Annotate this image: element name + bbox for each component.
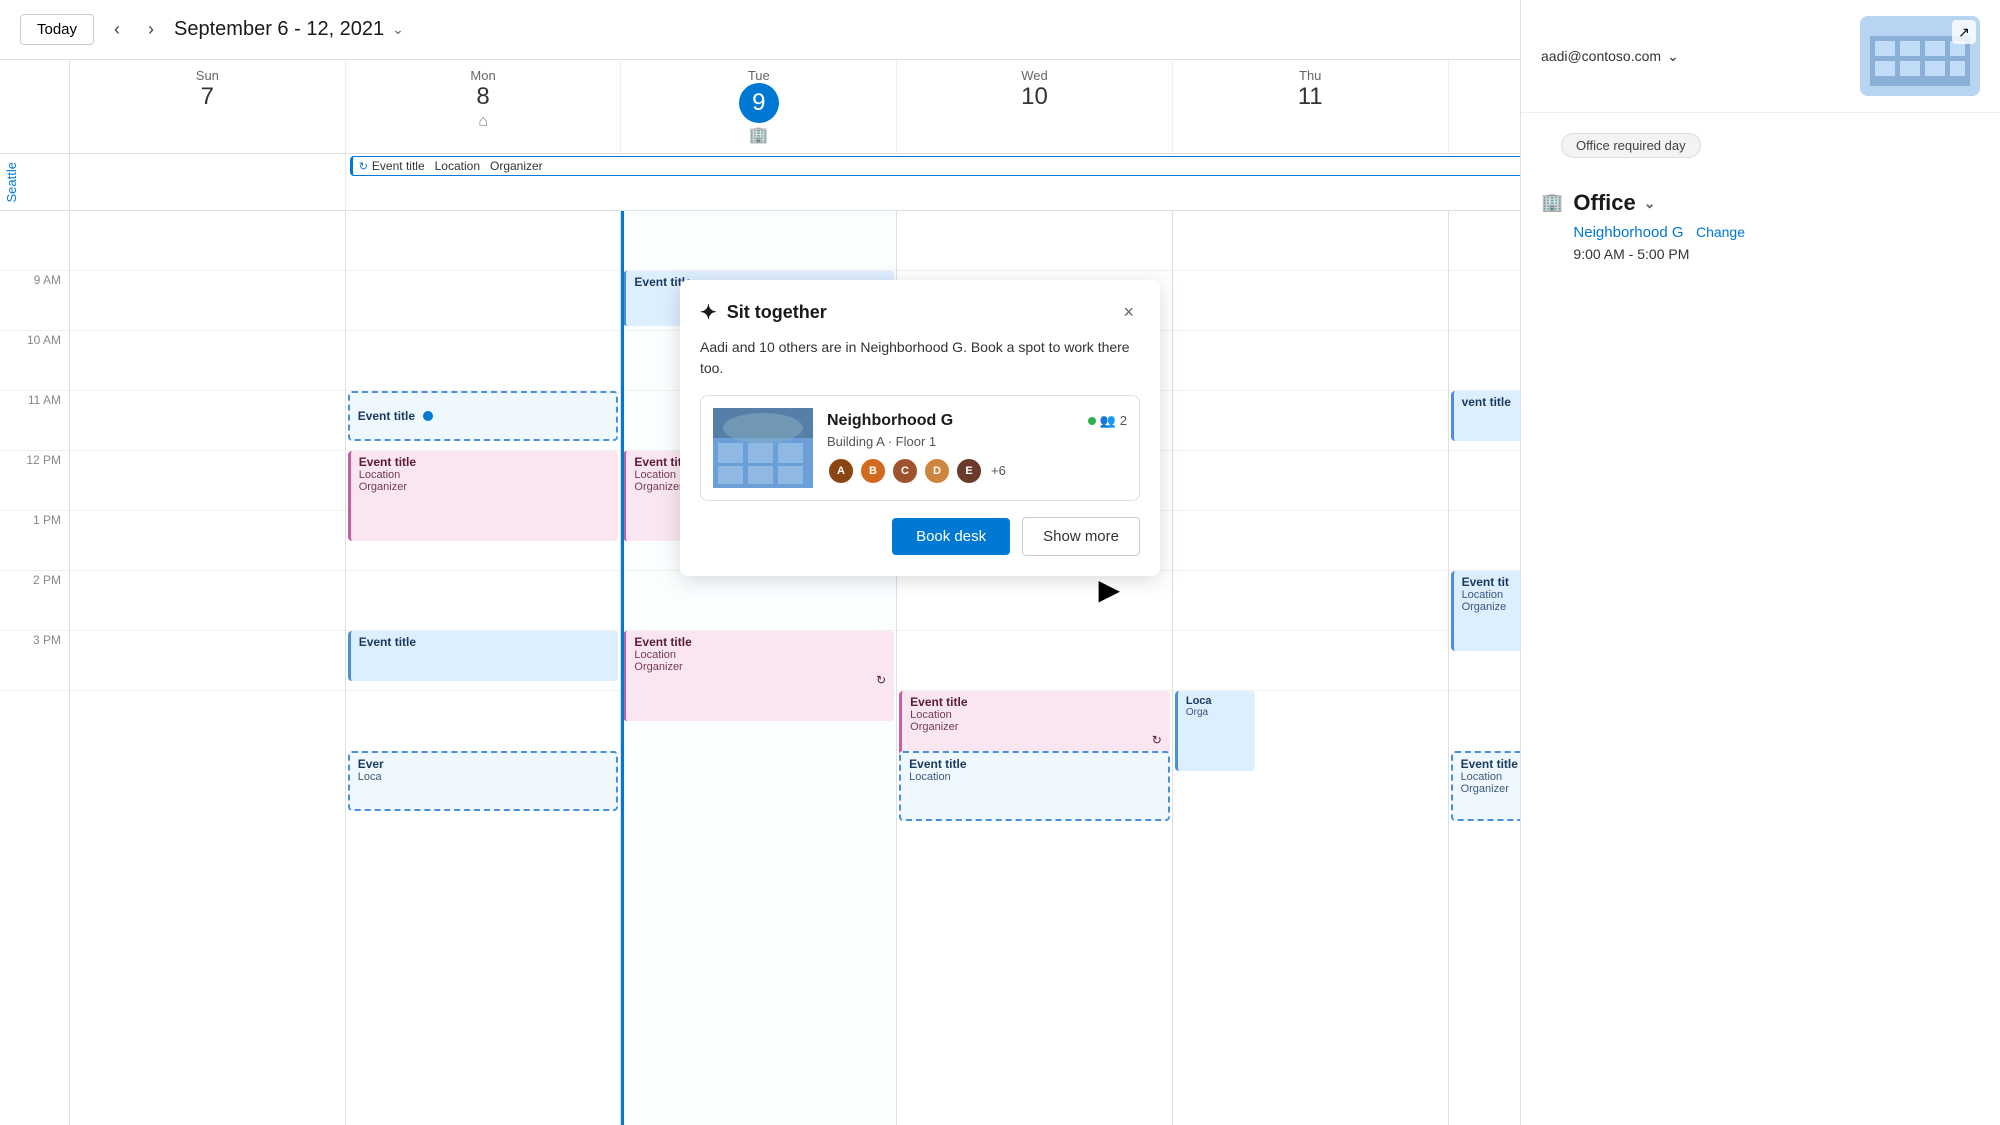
day-mon: Mon 8 ⌂ — [346, 60, 622, 153]
date-chevron-icon[interactable]: ⌄ — [392, 21, 404, 38]
col-sun — [70, 211, 346, 1125]
office-name-section: 🏢 Office ⌄ Neighborhood G Change 9:00 AM… — [1521, 178, 2000, 274]
avatar-4: D — [923, 457, 951, 485]
office-email: aadi@contoso.com ⌄ — [1541, 48, 1679, 65]
show-more-button[interactable]: Show more — [1022, 517, 1140, 556]
neighborhood-card: Neighborhood G 👥 2 Building A · Floor 1 … — [700, 395, 1140, 501]
col-mon: Event title Event title Location Organiz… — [346, 211, 622, 1125]
event-thu-2pm[interactable]: Loca Orga — [1175, 691, 1255, 771]
time-column: 9 AM 10 AM 11 AM 12 PM 1 PM 2 PM 3 PM — [0, 211, 70, 1125]
time-2pm: 2 PM — [0, 571, 69, 631]
office-title: Office ⌄ — [1573, 190, 1745, 216]
event-mon-11am[interactable]: Event title Location Organizer — [348, 451, 619, 541]
office-panel: aadi@contoso.com ⌄ ↗ Office required day… — [1520, 0, 2000, 1125]
neighborhood-title: Neighborhood G — [827, 412, 953, 430]
office-required-section: Office required day — [1521, 113, 2000, 178]
col-thu: Loca Orga — [1173, 211, 1449, 1125]
persons-count: 👥 2 — [1088, 413, 1127, 429]
next-button[interactable]: › — [140, 15, 162, 44]
office-building-icon: 🏢 — [1541, 192, 1563, 213]
office-hours: 9:00 AM - 5:00 PM — [1573, 246, 1745, 262]
seattle-label: Seattle — [4, 162, 19, 202]
card-actions: Book desk Show more — [700, 517, 1140, 556]
sit-together-card: ✦ Sit together × Aadi and 10 others are … — [680, 280, 1160, 576]
day-thu: Thu 11 — [1173, 60, 1449, 153]
sparkle-icon: ✦ — [700, 300, 717, 325]
avatar-more: +6 — [991, 463, 1006, 478]
status-dot — [1088, 417, 1096, 425]
event-mon-3pm[interactable]: Ever Loca — [348, 751, 619, 811]
neighborhood-image — [713, 408, 813, 488]
email-chevron-icon[interactable]: ⌄ — [1667, 48, 1679, 65]
sit-card-body: Aadi and 10 others are in Neighborhood G… — [700, 337, 1140, 379]
avatar-2: B — [859, 457, 887, 485]
close-button[interactable]: × — [1117, 300, 1140, 325]
office-required-tag: Office required day — [1561, 133, 1701, 158]
day-tue: Tue 9 🏢 — [621, 60, 897, 153]
refresh-icon: ↻ — [1152, 733, 1162, 747]
neighborhood-name: Neighborhood G — [1573, 224, 1683, 241]
event-tue-1pm[interactable]: Event title Location Organizer ↻ — [623, 631, 894, 721]
prev-button[interactable]: ‹ — [106, 15, 128, 44]
time-9am: 9 AM — [0, 271, 69, 331]
today-indicator — [621, 211, 624, 1125]
office-panel-header: aadi@contoso.com ⌄ ↗ — [1521, 0, 2000, 113]
sit-card-header: ✦ Sit together × — [700, 300, 1140, 325]
day-sun: Sun 7 — [70, 60, 346, 153]
time-1pm: 1 PM — [0, 511, 69, 571]
book-desk-button[interactable]: Book desk — [892, 518, 1010, 555]
office-chevron-icon[interactable]: ⌄ — [1644, 195, 1656, 212]
persons-icon: 👥 — [1100, 413, 1116, 429]
event-wed-3pm[interactable]: Event title Location — [899, 751, 1170, 821]
expand-icon[interactable]: ↗ — [1952, 20, 1976, 44]
date-range: September 6 - 12, 2021 ⌄ — [174, 18, 404, 41]
sit-card-title: ✦ Sit together — [700, 300, 827, 325]
time-11am: 11 AM — [0, 391, 69, 451]
time-3pm: 3 PM — [0, 631, 69, 691]
refresh-icon: ↻ — [876, 673, 886, 687]
event-mon-1pm[interactable]: Event title — [348, 631, 619, 681]
day-wed: Wed 10 — [897, 60, 1173, 153]
avatars-row: A B C D E +6 — [827, 457, 1127, 485]
event-mon-10am[interactable]: Event title — [348, 391, 619, 441]
avatar-1: A — [827, 457, 855, 485]
current-dot — [423, 411, 433, 421]
avatar-5: E — [955, 457, 983, 485]
cursor-indicator: ▶ — [1098, 573, 1120, 606]
allday-label: Seattle — [0, 154, 70, 210]
neighborhood-info: Neighborhood G 👥 2 Building A · Floor 1 … — [827, 412, 1127, 485]
change-link[interactable]: Change — [1696, 224, 1745, 240]
office-image: ↗ — [1860, 16, 1980, 96]
time-10am: 10 AM — [0, 331, 69, 391]
avatar-3: C — [891, 457, 919, 485]
time-12pm: 12 PM — [0, 451, 69, 511]
today-button[interactable]: Today — [20, 14, 94, 45]
neighborhood-building: Building A · Floor 1 — [827, 434, 1127, 449]
allday-sun — [70, 154, 346, 210]
